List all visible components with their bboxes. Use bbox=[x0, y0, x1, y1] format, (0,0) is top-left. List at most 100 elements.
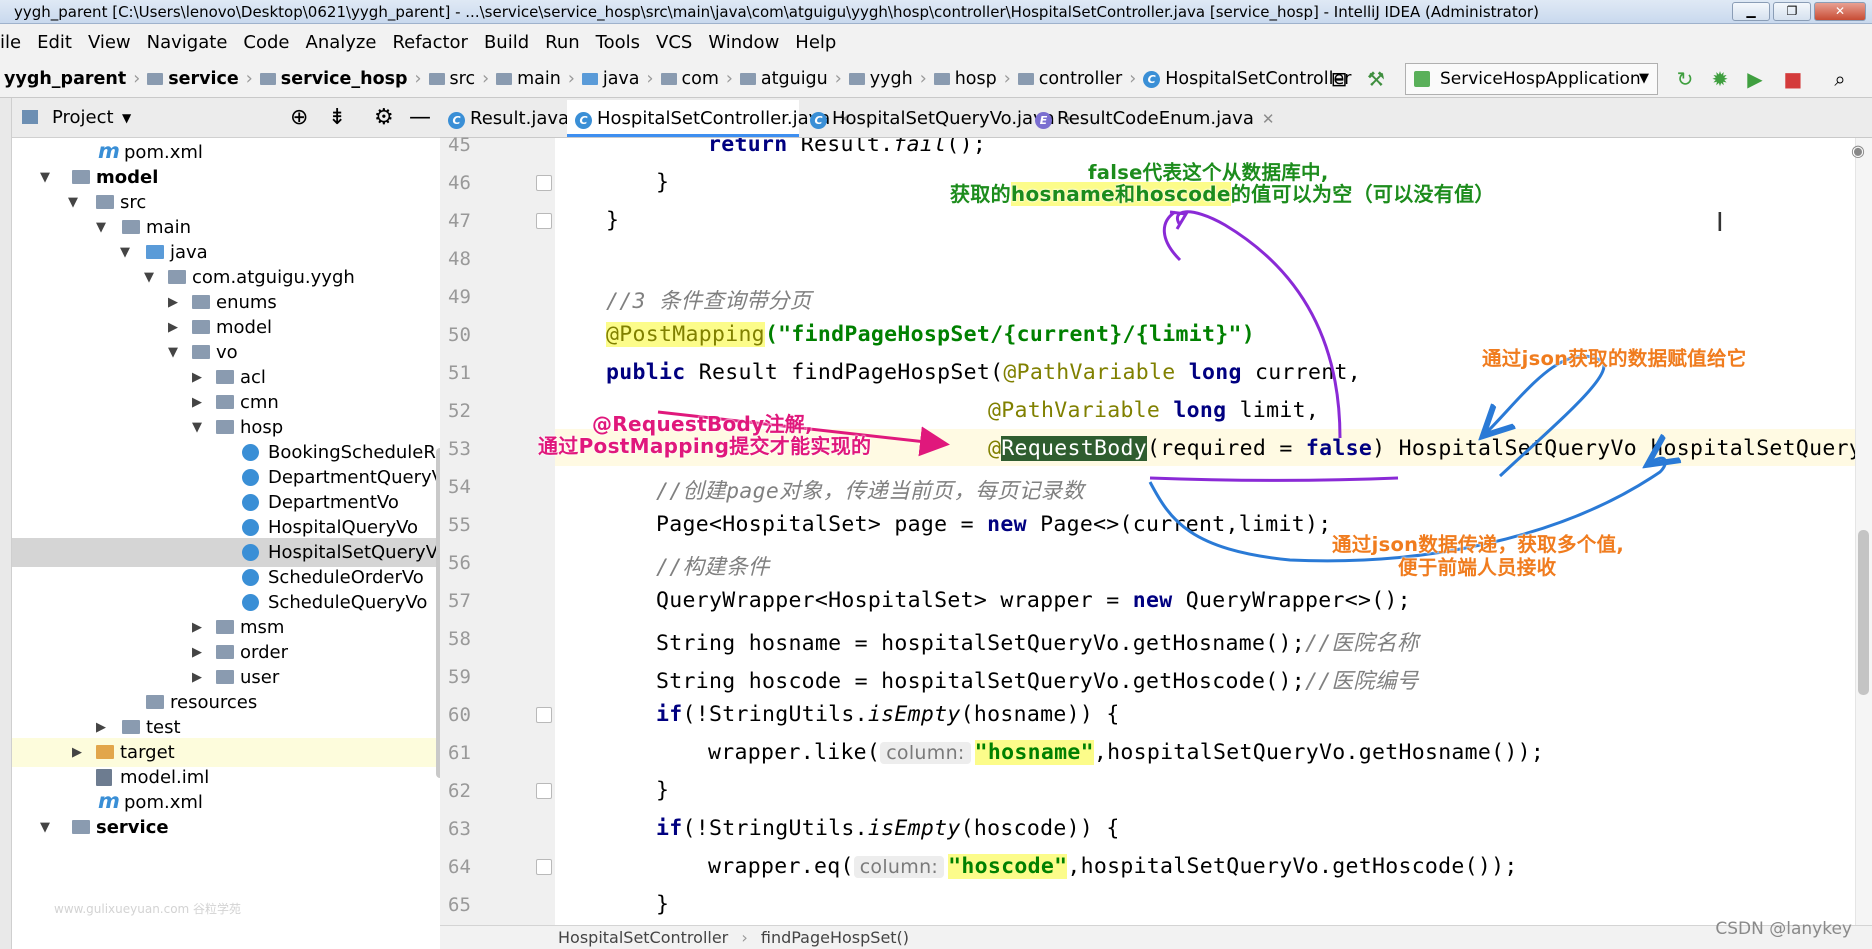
code-token: //医院编号 bbox=[1304, 669, 1419, 694]
tab-result-java[interactable]: CResult.java✕ bbox=[440, 100, 590, 137]
status-crumb[interactable]: findPageHospSet() bbox=[761, 928, 909, 947]
crumb-hosp[interactable]: hosp bbox=[930, 69, 1001, 89]
menu-analyze[interactable]: Analyze bbox=[298, 32, 385, 53]
code-token: "hosname" bbox=[974, 740, 1094, 765]
run-coverage-icon[interactable]: ▶ bbox=[1742, 66, 1768, 92]
tab-label: ResultCodeEnum.java bbox=[1057, 108, 1254, 129]
package-icon bbox=[168, 270, 186, 284]
code-token: (required = bbox=[1146, 436, 1306, 461]
menu-code[interactable]: Code bbox=[235, 32, 297, 53]
crumb-service-hosp[interactable]: service_hosp bbox=[256, 69, 412, 89]
menu-navigate[interactable]: Navigate bbox=[139, 32, 236, 53]
fold-marker-icon[interactable] bbox=[536, 783, 552, 799]
project-panel-title[interactable]: Project bbox=[52, 98, 114, 138]
tab-hospitalsetcontroller-java[interactable]: C HospitalSetController.java ✕ bbox=[567, 100, 851, 137]
class-icon bbox=[242, 569, 259, 586]
annotation-text: 的值可以为空（可以没有值） bbox=[1230, 182, 1495, 206]
fold-marker-icon[interactable] bbox=[536, 175, 552, 191]
fold-marker-icon[interactable] bbox=[536, 859, 552, 875]
code-token: wrapper.like( bbox=[708, 740, 881, 765]
code-token: RequestBody bbox=[1001, 436, 1147, 461]
menu-window[interactable]: Window bbox=[700, 32, 787, 53]
crumb-yygh[interactable]: yygh bbox=[845, 69, 917, 89]
menu-tools[interactable]: Tools bbox=[588, 32, 648, 53]
text-cursor-icon: I bbox=[1716, 208, 1724, 238]
fold-marker-icon[interactable] bbox=[536, 707, 552, 723]
code-line-58: String hosname = hospitalSetQueryVo.getH… bbox=[656, 626, 1419, 657]
tab-resultcodeenum-java[interactable]: E ResultCodeEnum.java ✕ bbox=[1027, 100, 1274, 137]
module-folder-icon bbox=[259, 73, 276, 85]
crumb-com[interactable]: com bbox=[657, 69, 723, 89]
rerun-icon[interactable]: ↻ bbox=[1672, 66, 1698, 92]
crumb-atguigu[interactable]: atguigu bbox=[736, 69, 832, 89]
crumb-main[interactable]: main bbox=[492, 69, 565, 89]
code-token: return bbox=[708, 138, 788, 157]
code-line-62: } bbox=[656, 778, 670, 803]
code-token: QueryWrapper<HospitalSet> wrapper = bbox=[656, 588, 1133, 613]
menu-refactor[interactable]: Refactor bbox=[384, 32, 476, 53]
menu-help[interactable]: Help bbox=[787, 32, 844, 53]
project-panel-header: Project ▼ ⊕ ⇟ ⚙ — bbox=[12, 98, 440, 138]
locate-target-icon[interactable]: ⊕ bbox=[290, 98, 308, 138]
code-line-57: QueryWrapper<HospitalSet> wrapper = new … bbox=[656, 588, 1411, 613]
crumb-label: controller bbox=[1038, 69, 1123, 89]
line-number: 56 bbox=[448, 552, 471, 574]
chevron-down-icon[interactable]: ▼ bbox=[40, 813, 50, 842]
code-token: isEmpty bbox=[867, 816, 961, 841]
project-structure-icon[interactable]: ⊟ bbox=[1326, 66, 1352, 92]
crumb-class[interactable]: C HospitalSetController bbox=[1139, 69, 1355, 89]
line-number: 62 bbox=[448, 780, 471, 802]
crumb-service[interactable]: service bbox=[143, 69, 243, 89]
crumb-label: hosp bbox=[954, 69, 997, 89]
module-folder-icon bbox=[147, 73, 164, 85]
run-configuration-select[interactable]: ServiceHospApplication ▼ bbox=[1405, 63, 1658, 95]
code-line-65: } bbox=[656, 892, 670, 917]
close-icon[interactable]: ✕ bbox=[1262, 110, 1275, 128]
fold-marker-icon[interactable] bbox=[536, 213, 552, 229]
hide-panel-icon[interactable]: — bbox=[409, 98, 431, 138]
minimize-button[interactable]: ▁ bbox=[1732, 2, 1770, 21]
gear-icon[interactable]: ⚙ bbox=[374, 98, 394, 138]
code-token: if bbox=[656, 816, 683, 841]
eye-icon[interactable]: ◉ bbox=[1851, 141, 1865, 160]
class-icon bbox=[242, 544, 259, 561]
maven-file-icon: m bbox=[98, 789, 120, 813]
spring-boot-icon bbox=[1414, 71, 1430, 87]
crumb-project[interactable]: yygh_parent bbox=[0, 69, 130, 89]
code-line-53: @RequestBody(required = false) HospitalS… bbox=[988, 436, 1855, 461]
collapse-all-icon[interactable]: ⇟ bbox=[328, 98, 346, 138]
menu-build[interactable]: Build bbox=[476, 32, 537, 53]
editor-scrollbar-thumb[interactable] bbox=[1858, 530, 1869, 695]
chevron-down-icon[interactable]: ▼ bbox=[122, 98, 131, 138]
status-crumb[interactable]: HospitalSetController bbox=[558, 928, 728, 947]
debug-icon[interactable]: ✹ bbox=[1707, 66, 1733, 92]
tab-hospitalsetqueryvo-java[interactable]: C HospitalSetQueryVo.java ✕ bbox=[802, 100, 1075, 137]
search-icon[interactable]: ⌕ bbox=[1827, 66, 1853, 92]
stop-icon[interactable]: ■ bbox=[1780, 66, 1806, 92]
crumb-label: service_hosp bbox=[280, 69, 408, 89]
menu-file[interactable]: ile bbox=[0, 32, 29, 53]
code-token: public bbox=[606, 360, 686, 385]
build-hammer-icon[interactable]: ⚒ bbox=[1363, 66, 1389, 92]
tree-item[interactable]: ▼ service bbox=[12, 813, 440, 842]
menu-vcs[interactable]: VCS bbox=[648, 32, 700, 53]
code-line-51: public Result findPageHospSet(@PathVaria… bbox=[606, 360, 1361, 385]
left-tool-window-strip[interactable] bbox=[0, 98, 12, 949]
crumb-src[interactable]: src bbox=[425, 69, 480, 89]
annotation-label: 通过PostMapping提交才能实现的 bbox=[538, 434, 872, 458]
menu-edit[interactable]: Edit bbox=[29, 32, 80, 53]
maximize-button[interactable]: ❐ bbox=[1773, 2, 1811, 21]
annotation-text: 获取的 bbox=[950, 182, 1011, 206]
close-button[interactable]: ✕ bbox=[1814, 2, 1866, 21]
line-number: 52 bbox=[448, 400, 471, 422]
code-editor[interactable]: return Result.fail(); } } //3 条件查询带分页 @P… bbox=[555, 138, 1855, 925]
menu-run[interactable]: Run bbox=[537, 32, 588, 53]
code-token: String hosname = hospitalSetQueryVo.getH… bbox=[656, 631, 1305, 656]
resources-folder-icon bbox=[146, 695, 164, 709]
line-number: 55 bbox=[448, 514, 471, 536]
crumb-java[interactable]: java bbox=[578, 69, 644, 89]
package-icon bbox=[216, 395, 234, 409]
menu-view[interactable]: View bbox=[80, 32, 139, 53]
code-token: (); bbox=[946, 138, 987, 157]
crumb-controller[interactable]: controller bbox=[1014, 69, 1126, 89]
